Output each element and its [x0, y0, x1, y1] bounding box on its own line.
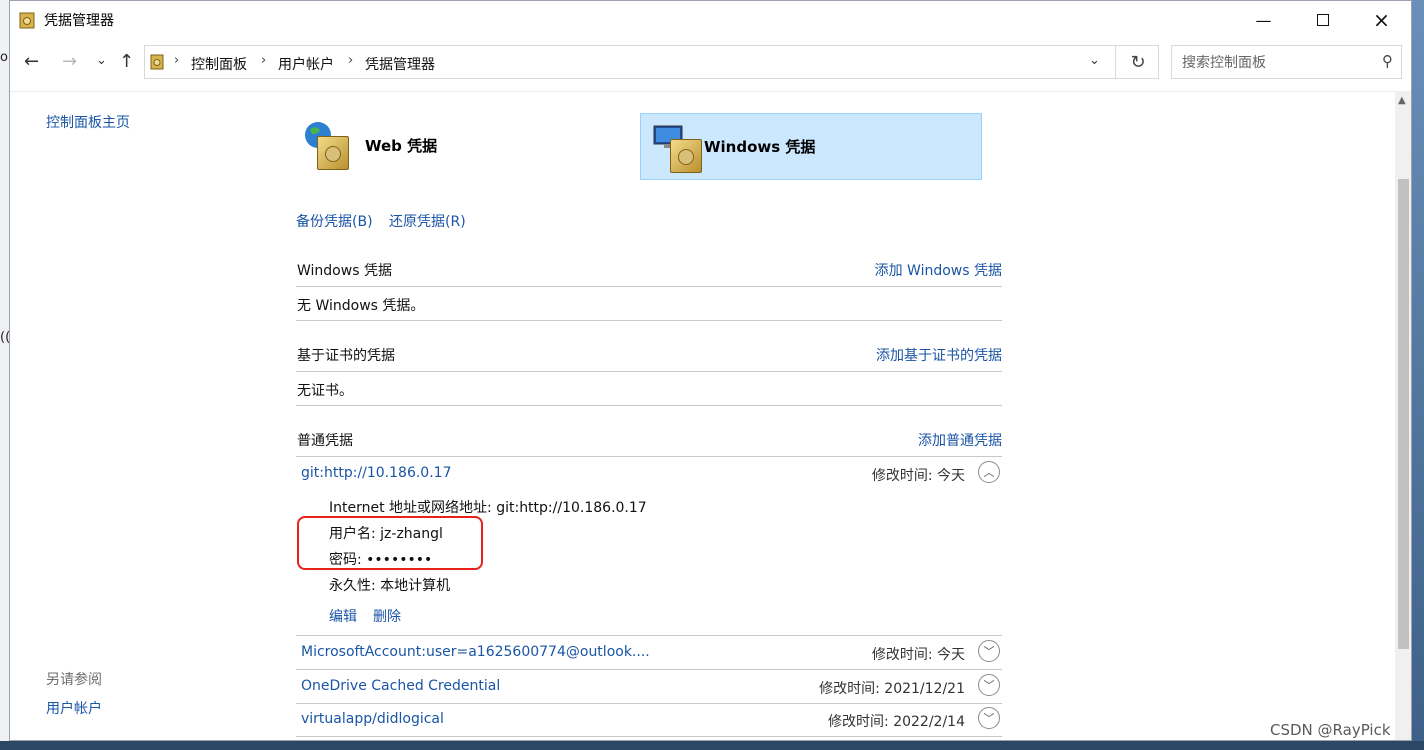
- section-header: Windows 凭据 添加 Windows 凭据: [296, 256, 1002, 287]
- tab-windows-credentials[interactable]: Windows 凭据: [640, 113, 982, 180]
- see-also-heading: 另请参阅: [46, 672, 102, 688]
- desktop-right-edge: [1412, 0, 1424, 750]
- chevron-down-icon[interactable]: ﹀: [978, 707, 1000, 729]
- credential-name[interactable]: OneDrive Cached Credential: [301, 678, 500, 694]
- scroll-up-arrow-icon[interactable]: ▲: [1398, 95, 1406, 106]
- breadcrumb-control-panel[interactable]: 控制面板: [191, 54, 247, 74]
- credential-row[interactable]: git:http://10.186.0.17 修改时间: 今天 ︿: [296, 457, 1002, 490]
- control-panel-home-link[interactable]: 控制面板主页: [46, 112, 130, 132]
- highlight-box: [297, 516, 483, 570]
- search-box[interactable]: ⚲: [1171, 45, 1402, 79]
- safe-icon: [317, 136, 349, 170]
- add-certificate-credential-link[interactable]: 添加基于证书的凭据: [876, 345, 1002, 365]
- section-header: 普通凭据 添加普通凭据: [296, 426, 1002, 457]
- credential-manager-icon: [150, 54, 164, 70]
- credential-name[interactable]: git:http://10.186.0.17: [301, 465, 451, 481]
- window-title: 凭据管理器: [44, 13, 114, 29]
- refresh-icon: ↻: [1130, 51, 1146, 73]
- credential-name[interactable]: MicrosoftAccount:user=a1625600774@outloo…: [301, 644, 650, 660]
- divider: [296, 405, 1002, 406]
- vertical-scrollbar[interactable]: ▲: [1395, 91, 1411, 740]
- search-input[interactable]: [1180, 53, 1374, 73]
- chevron-right-icon: ›: [174, 53, 180, 68]
- divider: [296, 320, 1002, 321]
- forward-arrow-icon[interactable]: →: [62, 51, 77, 72]
- chevron-right-icon[interactable]: ›: [348, 53, 353, 68]
- up-arrow-icon[interactable]: ↑: [119, 51, 134, 72]
- credential-manager-window: 凭据管理器 — × ← → ⌄ ↑ › 控制面板 › 用户帐户 › 凭据管理器 …: [9, 0, 1412, 741]
- chevron-down-icon[interactable]: ﹀: [978, 674, 1000, 696]
- credential-modified-time: 修改时间: 今天: [871, 468, 965, 484]
- scrollbar-thumb[interactable]: [1398, 179, 1409, 649]
- safe-icon: [670, 139, 702, 173]
- add-windows-credential-link[interactable]: 添加 Windows 凭据: [875, 260, 1002, 280]
- section-title: 基于证书的凭据: [297, 348, 395, 364]
- recent-locations-chevron-icon[interactable]: ⌄: [96, 53, 107, 68]
- maximize-button[interactable]: [1293, 1, 1352, 39]
- tab-web-label: Web 凭据: [365, 137, 438, 155]
- search-icon[interactable]: ⚲: [1382, 52, 1393, 70]
- edit-credential-link[interactable]: 编辑: [329, 606, 357, 626]
- section-header: 基于证书的凭据 添加基于证书的凭据: [296, 341, 1002, 372]
- delete-credential-link[interactable]: 删除: [373, 606, 401, 626]
- credential-address: Internet 地址或网络地址: git:http://10.186.0.17: [329, 500, 647, 516]
- title-bar[interactable]: 凭据管理器 — ×: [10, 1, 1411, 39]
- refresh-button[interactable]: ↻: [1115, 46, 1160, 78]
- no-windows-credentials-text: 无 Windows 凭据。: [297, 298, 425, 314]
- credential-row[interactable]: MicrosoftAccount:user=a1625600774@outloo…: [296, 636, 1002, 669]
- maximize-icon: [1316, 14, 1329, 26]
- restore-credentials-link[interactable]: 还原凭据(R): [389, 211, 466, 231]
- minimize-button[interactable]: —: [1234, 1, 1293, 39]
- credential-manager-icon: [19, 12, 35, 29]
- credential-persistence: 永久性: 本地计算机: [329, 578, 451, 594]
- credential-modified-time: 修改时间: 2021/12/21: [819, 681, 965, 697]
- desktop-bottom-edge: [0, 741, 1424, 750]
- backup-credentials-link[interactable]: 备份凭据(B): [296, 211, 373, 231]
- credential-row[interactable]: OneDrive Cached Credential 修改时间: 2021/12…: [296, 670, 1002, 703]
- credential-row[interactable]: virtualapp/didlogical 修改时间: 2022/2/14 ﹀: [296, 703, 1002, 736]
- watermark: CSDN @RayPick: [1270, 721, 1391, 739]
- credential-modified-time: 修改时间: 2022/2/14: [828, 714, 965, 730]
- divider: [296, 736, 1002, 737]
- chevron-down-icon[interactable]: ⌄: [1089, 53, 1100, 68]
- chevron-up-icon[interactable]: ︿: [978, 461, 1000, 483]
- back-arrow-icon[interactable]: ←: [24, 51, 39, 72]
- section-title: Windows 凭据: [297, 263, 392, 279]
- desktop-left-edge: o ((: [0, 0, 10, 750]
- credential-name[interactable]: virtualapp/didlogical: [301, 711, 444, 727]
- close-button[interactable]: ×: [1352, 1, 1411, 39]
- section-title: 普通凭据: [297, 433, 353, 449]
- tab-windows-label: Windows 凭据: [704, 138, 816, 156]
- navigation-bar: ← → ⌄ ↑ › 控制面板 › 用户帐户 › 凭据管理器 ⌄ ↻ ⚲: [10, 39, 1411, 87]
- credential-modified-time: 修改时间: 今天: [871, 647, 965, 663]
- user-accounts-link[interactable]: 用户帐户: [46, 698, 102, 718]
- no-certificates-text: 无证书。: [297, 383, 353, 399]
- chevron-down-icon[interactable]: ﹀: [978, 640, 1000, 662]
- content-area: 控制面板主页 另请参阅 用户帐户 Web 凭据 Windows 凭据 备份凭据(…: [10, 91, 1395, 740]
- chevron-right-icon[interactable]: ›: [261, 53, 266, 68]
- desktop-edge-text: o: [0, 50, 8, 65]
- breadcrumb-credential-manager[interactable]: 凭据管理器: [365, 54, 435, 74]
- add-generic-credential-link[interactable]: 添加普通凭据: [918, 430, 1002, 450]
- tab-web-credentials[interactable]: Web 凭据: [295, 113, 637, 180]
- address-bar[interactable]: › 控制面板 › 用户帐户 › 凭据管理器 ⌄ ↻: [144, 45, 1159, 79]
- breadcrumb-user-accounts[interactable]: 用户帐户: [278, 54, 334, 74]
